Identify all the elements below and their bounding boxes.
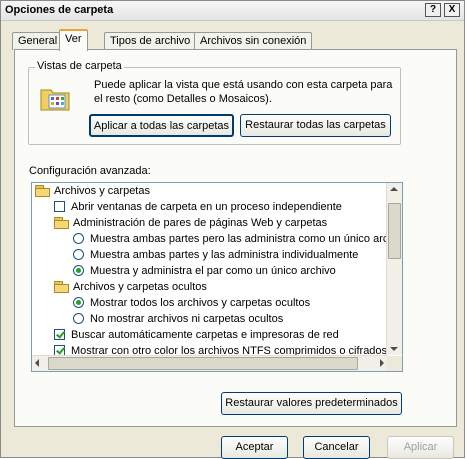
radio-button[interactable] [73, 297, 84, 308]
tab-ver[interactable]: Ver [59, 29, 88, 51]
list-item[interactable]: Muestra y administra el par como un únic… [73, 263, 336, 279]
scroll-left-icon[interactable] [35, 359, 39, 367]
checkbox[interactable] [54, 329, 65, 340]
horizontal-scrollbar[interactable] [32, 355, 387, 371]
scroll-right-icon[interactable] [380, 359, 384, 367]
restore-all-folders-button[interactable]: Restaurar todas las carpetas [240, 114, 391, 137]
scroll-corner [387, 356, 402, 371]
tab-tipos-de-archivo[interactable]: Tipos de archivo [104, 32, 197, 50]
folder-icon [35, 185, 50, 197]
vertical-scroll-thumb[interactable] [388, 203, 401, 259]
scroll-down-icon[interactable] [390, 347, 398, 351]
list-item[interactable]: No mostrar archivos ni carpetas ocultos [73, 311, 283, 327]
folder-icon [54, 281, 69, 293]
advanced-settings-label: Configuración avanzada: [29, 165, 151, 177]
scroll-up-icon[interactable] [390, 187, 398, 191]
radio-button[interactable] [73, 265, 84, 276]
folder-icon [54, 217, 69, 229]
apply-button[interactable]: Aplicar [387, 436, 454, 459]
folder-views-label: Vistas de carpeta [35, 60, 124, 72]
radio-button[interactable] [73, 249, 84, 260]
list-item[interactable]: Mostrar todos los archivos y carpetas oc… [73, 295, 310, 311]
vertical-scrollbar[interactable] [386, 183, 402, 355]
list-item[interactable]: Muestra ambas partes pero las administra… [73, 231, 402, 247]
list-item: Administración de pares de páginas Web y… [54, 215, 327, 231]
radio-button[interactable] [73, 313, 84, 324]
folder-options-dialog: Opciones de carpeta ? X General Ver Tipo… [0, 0, 465, 459]
folder-views-icon [40, 89, 70, 111]
folder-views-description: Puede aplicar la vista que está usando c… [94, 79, 393, 105]
help-button[interactable]: ? [425, 3, 441, 17]
window-title: Opciones de carpeta [5, 4, 114, 16]
tab-archivos-sin-conexion[interactable]: Archivos sin conexión [194, 32, 313, 50]
list-item[interactable]: Abrir ventanas de carpeta en un proceso … [54, 199, 342, 215]
title-bar[interactable]: Opciones de carpeta ? X [1, 1, 464, 21]
checkbox[interactable] [54, 201, 65, 212]
apply-to-all-folders-button[interactable]: Aplicar a todas las carpetas [89, 114, 234, 137]
close-button[interactable]: X [444, 3, 460, 17]
ok-button[interactable]: Aceptar [221, 436, 288, 459]
radio-button[interactable] [73, 233, 84, 244]
list-item: Archivos y carpetas [35, 183, 150, 199]
list-item[interactable]: Muestra ambas partes y las administra in… [73, 247, 358, 263]
cancel-button[interactable]: Cancelar [303, 436, 370, 459]
advanced-settings-list[interactable]: Archivos y carpetas Abrir ventanas de ca… [31, 182, 403, 372]
list-item[interactable]: Buscar automáticamente carpetas e impres… [54, 327, 339, 343]
tab-general[interactable]: General [12, 32, 64, 50]
list-item: Archivos y carpetas ocultos [54, 279, 207, 295]
horizontal-scroll-thumb[interactable] [48, 357, 358, 370]
restore-defaults-button[interactable]: Restaurar valores predeterminados [221, 392, 402, 415]
